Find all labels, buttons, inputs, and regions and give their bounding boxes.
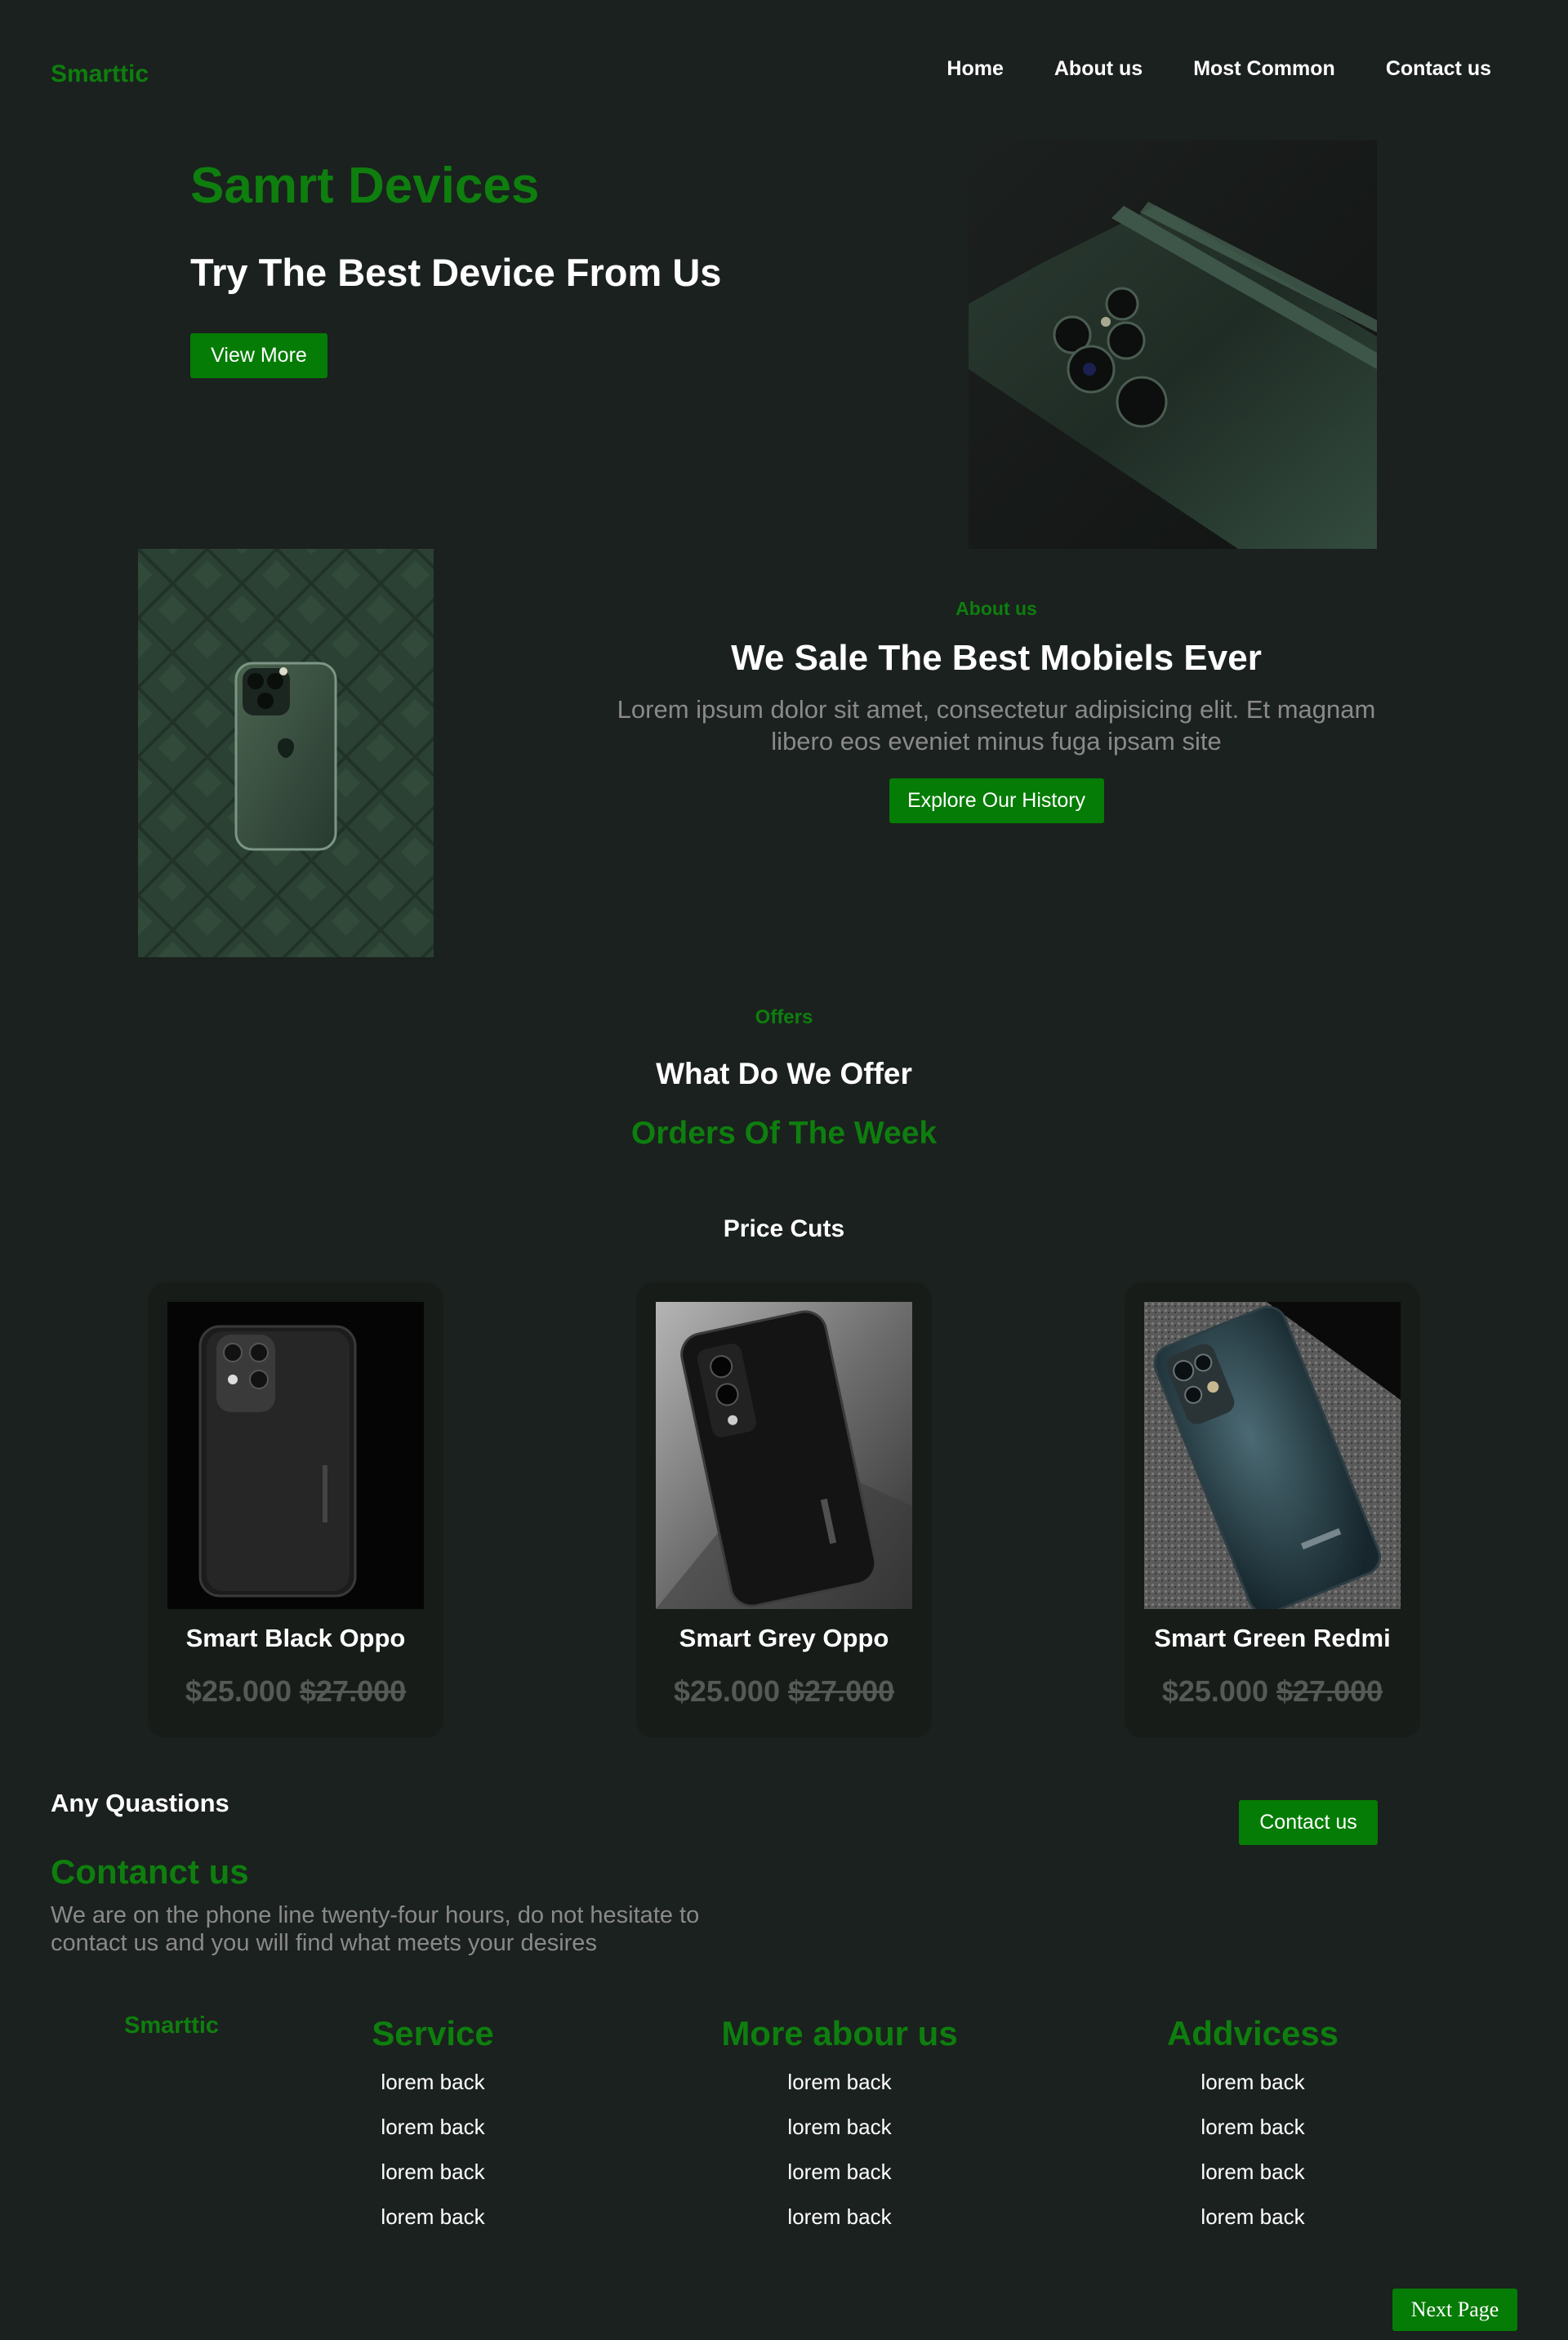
nav-home[interactable]: Home [947,57,1003,81]
explore-history-button[interactable]: Explore Our History [889,778,1104,823]
footer-link[interactable]: lorem back [719,2070,960,2115]
next-page-button[interactable]: Next Page [1392,2289,1517,2331]
current-price: $25.000 [1161,1674,1268,1708]
product-image [167,1302,424,1609]
footer-link[interactable]: lorem back [719,2115,960,2159]
nav-contact[interactable]: Contact us [1386,57,1491,81]
footer-column-title: More abour us [721,2014,958,2053]
footer-link[interactable]: lorem back [359,2070,506,2115]
price-cuts-heading: Price Cuts [723,1215,845,1242]
about-description: Lorem ipsum dolor sit amet, consectetur … [617,695,1376,755]
main-nav: Home About us Most Common Contact us [947,57,1491,81]
footer-link[interactable]: lorem back [359,2204,506,2249]
about-section: About us We Sale The Best Mobiels Ever L… [596,598,1396,823]
footer-link[interactable]: lorem back [359,2115,506,2159]
footer-column-more-about: More abour us lorem back lorem back lore… [719,2014,960,2249]
offers-title: What Do We Offer [656,1057,912,1090]
product-card[interactable]: Smart Grey Oppo $25.000 $27.000 [636,1282,932,1738]
product-price: $25.000 $27.000 [1125,1674,1420,1709]
current-price: $25.000 [673,1674,780,1708]
hero-phone-image [969,140,1377,549]
product-price: $25.000 $27.000 [148,1674,443,1709]
current-price: $25.000 [185,1674,292,1708]
footer-link[interactable]: lorem back [1160,2204,1346,2249]
view-more-button[interactable]: View More [190,333,327,378]
site-logo[interactable]: Smarttic [51,60,149,88]
footer-link[interactable]: lorem back [1160,2115,1346,2159]
nav-most-common[interactable]: Most Common [1193,57,1335,81]
footer-logo[interactable]: Smarttic [124,2012,219,2039]
footer-link[interactable]: lorem back [1160,2159,1346,2204]
footer-link[interactable]: lorem back [719,2159,960,2204]
product-name: Smart Grey Oppo [679,1624,889,1652]
footer-link[interactable]: lorem back [1160,2070,1346,2115]
offers-tag: Offers [755,1006,813,1028]
footer-link[interactable]: lorem back [719,2204,960,2249]
old-price: $27.000 [300,1674,407,1708]
footer-column-title: Service [372,2014,494,2053]
product-name: Smart Green Redmi [1154,1624,1391,1652]
product-image [656,1302,912,1609]
footer-column-title: Addvicess [1166,2014,1339,2053]
old-price: $27.000 [1276,1674,1383,1708]
hero-subtitle: Try The Best Device From Us [190,251,722,294]
footer-column-service: Service lorem back lorem back lorem back… [359,2014,506,2249]
footer-link[interactable]: lorem back [359,2159,506,2204]
product-card[interactable]: Smart Green Redmi $25.000 $27.000 [1125,1282,1420,1738]
old-price: $27.000 [788,1674,895,1708]
contact-description: We are on the phone line twenty-four hou… [51,1902,700,1956]
contact-title: Contanct us [51,1852,249,1891]
nav-about[interactable]: About us [1054,57,1143,81]
about-tag: About us [956,598,1037,619]
questions-label: Any Quastions [51,1789,229,1817]
product-name: Smart Black Oppo [185,1624,406,1652]
about-phone-image [138,549,434,957]
product-image [1144,1302,1401,1609]
offers-subtitle: Orders Of The Week [630,1116,938,1151]
product-card[interactable]: Smart Black Oppo $25.000 $27.000 [148,1282,443,1738]
product-price: $25.000 $27.000 [636,1674,932,1709]
hero-title: Samrt Devices [190,158,540,214]
about-title: We Sale The Best Mobiels Ever [731,638,1262,678]
footer-column-advices: Addvicess lorem back lorem back lorem ba… [1160,2014,1346,2249]
contact-us-button[interactable]: Contact us [1239,1800,1378,1845]
